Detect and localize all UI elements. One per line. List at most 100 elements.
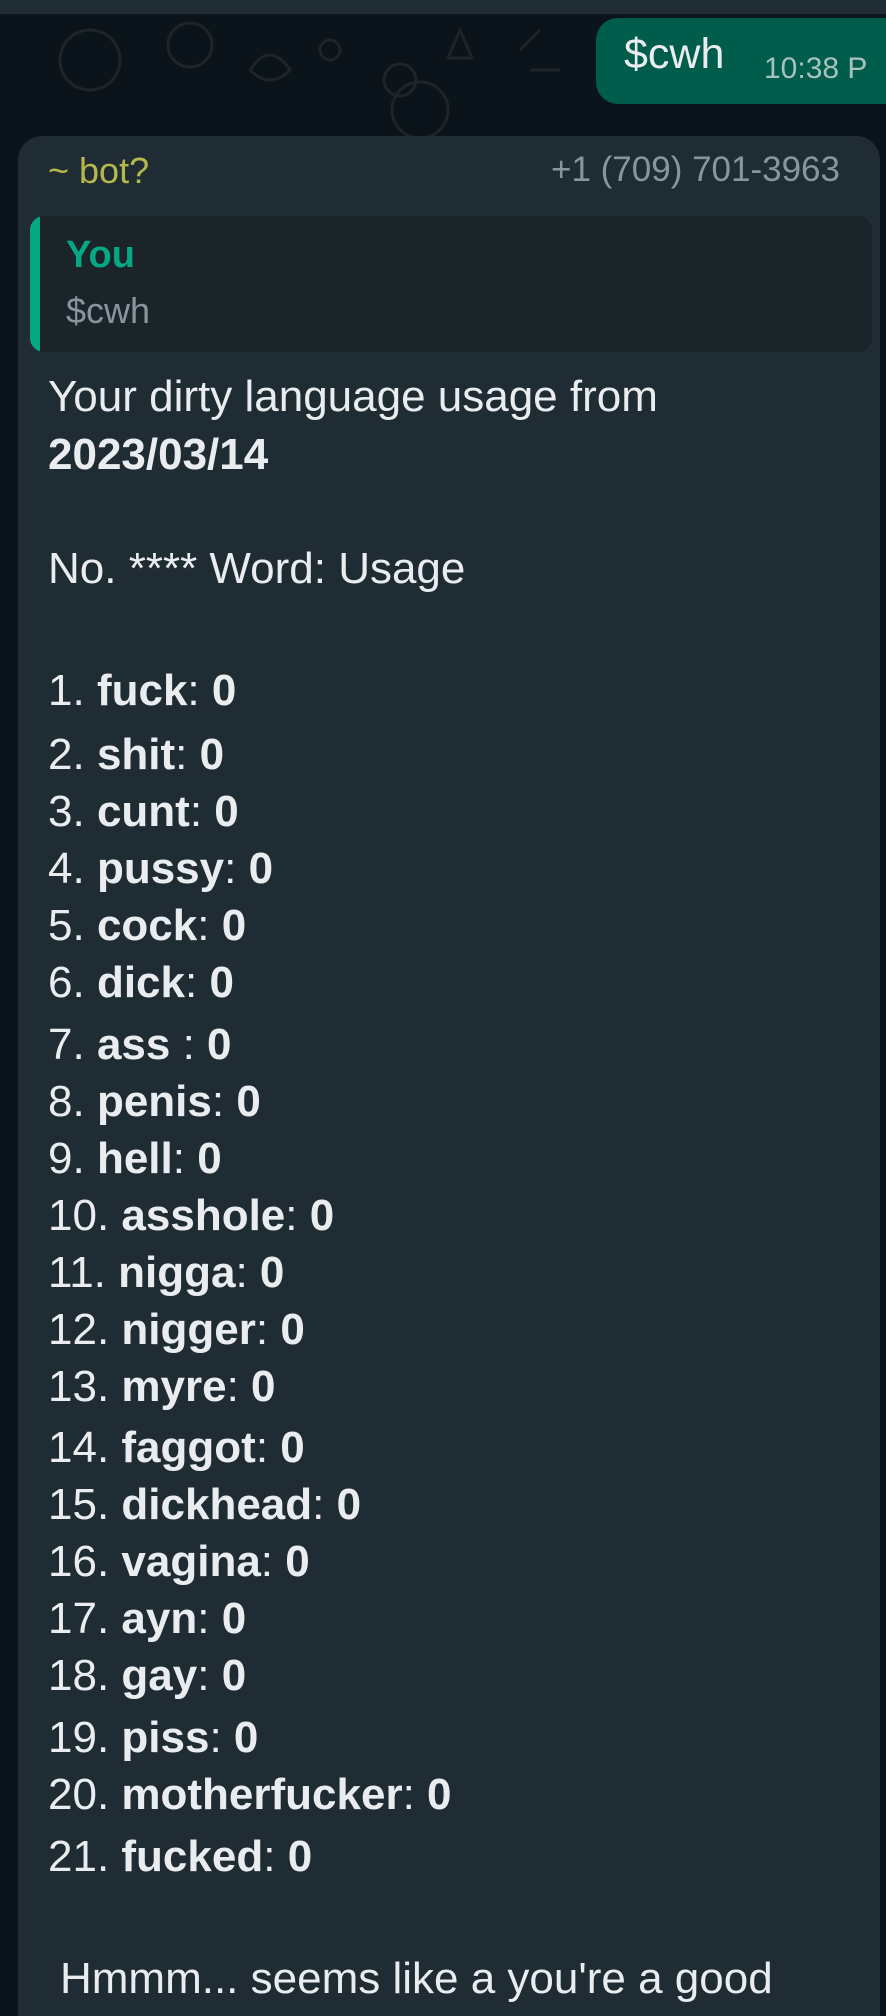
item-separator: : <box>170 1020 208 1069</box>
item-number: 18. <box>48 1651 110 1700</box>
item-word: fucked <box>121 1832 264 1881</box>
item-word: dick <box>96 958 185 1007</box>
item-word: cunt <box>96 787 190 836</box>
list-item: 12. nigger: 0 <box>48 1305 305 1355</box>
item-number: 13. <box>48 1362 110 1411</box>
item-count: 0 <box>236 1077 261 1126</box>
list-item: 17. ayn: 0 <box>48 1594 246 1644</box>
item-count: 0 <box>221 1651 247 1700</box>
item-separator: : <box>172 1134 198 1183</box>
incoming-message-bubble[interactable]: ~ bot? +1 (709) 701-3963 You $cwh Your d… <box>18 136 880 2016</box>
item-word: fuck <box>96 666 188 715</box>
item-number: 1. <box>48 666 85 715</box>
item-word: motherfucker <box>121 1770 403 1819</box>
item-count: 0 <box>248 844 274 893</box>
outgoing-message-bubble[interactable]: $cwh 10:38 P <box>596 18 886 104</box>
item-number: 14. <box>48 1423 110 1472</box>
item-word: shit <box>96 730 176 779</box>
list-item: 2. shit: 0 <box>48 730 224 780</box>
item-separator: : <box>184 958 210 1007</box>
item-separator: : <box>312 1480 337 1529</box>
list-item: 5. cock: 0 <box>48 901 246 951</box>
item-number: 15. <box>48 1480 110 1529</box>
item-number: 3. <box>48 787 85 836</box>
item-separator: : <box>285 1191 310 1240</box>
item-count: 0 <box>280 1305 305 1354</box>
item-separator: : <box>197 1594 222 1643</box>
item-word: nigger <box>121 1305 256 1354</box>
list-item: 19. piss: 0 <box>48 1713 258 1763</box>
report-date: 2023/03/14 <box>48 430 268 480</box>
item-count: 0 <box>285 1537 310 1586</box>
item-word: penis <box>96 1077 212 1126</box>
sender-phone: +1 (709) 701-3963 <box>551 150 840 189</box>
item-separator: : <box>255 1305 281 1354</box>
item-count: 0 <box>199 730 225 779</box>
item-separator: : <box>189 787 215 836</box>
list-item: 9. hell: 0 <box>48 1134 222 1184</box>
closing-message-partial: Hmmm... seems like a you're a good <box>60 1954 773 2003</box>
status-strip <box>0 0 886 14</box>
item-word: pussy <box>96 844 225 893</box>
item-separator: : <box>197 901 222 950</box>
report-date-value: 2023/03/14 <box>48 430 269 479</box>
list-item: 13. myre: 0 <box>48 1362 276 1412</box>
item-number: 12. <box>48 1305 110 1354</box>
list-item: 7. ass : 0 <box>48 1020 232 1070</box>
item-count: 0 <box>336 1480 362 1529</box>
item-separator: : <box>187 666 212 715</box>
item-separator: : <box>211 1077 237 1126</box>
item-word: vagina <box>121 1537 261 1586</box>
item-word: ass <box>96 1020 171 1069</box>
item-count: 0 <box>309 1191 335 1240</box>
item-word: faggot <box>121 1423 256 1472</box>
sender-name[interactable]: ~ bot? <box>48 150 149 192</box>
item-number: 19. <box>48 1713 110 1762</box>
item-separator: : <box>226 1362 252 1411</box>
item-separator: : <box>209 1713 234 1762</box>
item-number: 7. <box>48 1020 85 1069</box>
item-word: piss <box>121 1713 210 1762</box>
item-number: 20. <box>48 1770 110 1819</box>
item-number: 9. <box>48 1134 85 1183</box>
item-number: 11. <box>48 1248 106 1297</box>
list-item: 14. faggot: 0 <box>48 1423 305 1473</box>
list-header: No. **** Word: Usage <box>48 544 466 593</box>
item-count: 0 <box>221 1594 247 1643</box>
item-separator: : <box>402 1770 428 1819</box>
item-count: 0 <box>209 958 234 1007</box>
item-word: hell <box>96 1134 173 1183</box>
item-word: nigga <box>118 1248 236 1297</box>
item-number: 5. <box>48 901 85 950</box>
list-item: 15. dickhead: 0 <box>48 1480 361 1530</box>
outgoing-message-time: 10:38 P <box>764 52 868 85</box>
item-count: 0 <box>251 1362 276 1411</box>
item-separator: : <box>224 844 249 893</box>
quote-text: $cwh <box>66 290 151 331</box>
item-number: 4. <box>48 844 85 893</box>
item-word: myre <box>121 1362 227 1411</box>
list-item: 1. fuck: 0 <box>48 666 236 716</box>
item-number: 21. <box>48 1832 110 1881</box>
item-count: 0 <box>427 1770 452 1819</box>
list-item: 21. fucked: 0 <box>48 1832 312 1882</box>
item-separator: : <box>197 1651 222 1700</box>
item-word: ayn <box>121 1594 198 1643</box>
item-separator: : <box>260 1537 286 1586</box>
quoted-message[interactable]: You $cwh <box>30 216 872 352</box>
item-number: 6. <box>48 958 85 1007</box>
item-number: 2. <box>48 730 85 779</box>
item-word: dickhead <box>121 1480 313 1529</box>
item-count: 0 <box>221 901 247 950</box>
item-separator: : <box>255 1423 281 1472</box>
item-separator: : <box>235 1248 260 1297</box>
item-number: 10. <box>48 1191 110 1240</box>
list-item: 16. vagina: 0 <box>48 1537 310 1587</box>
list-item: 20. motherfucker: 0 <box>48 1770 452 1820</box>
list-item: 18. gay: 0 <box>48 1651 246 1701</box>
list-item: 3. cunt: 0 <box>48 787 239 837</box>
list-item: 10. asshole: 0 <box>48 1191 334 1241</box>
item-word: gay <box>121 1651 198 1700</box>
item-word: cock <box>96 901 198 950</box>
item-count: 0 <box>287 1832 313 1881</box>
